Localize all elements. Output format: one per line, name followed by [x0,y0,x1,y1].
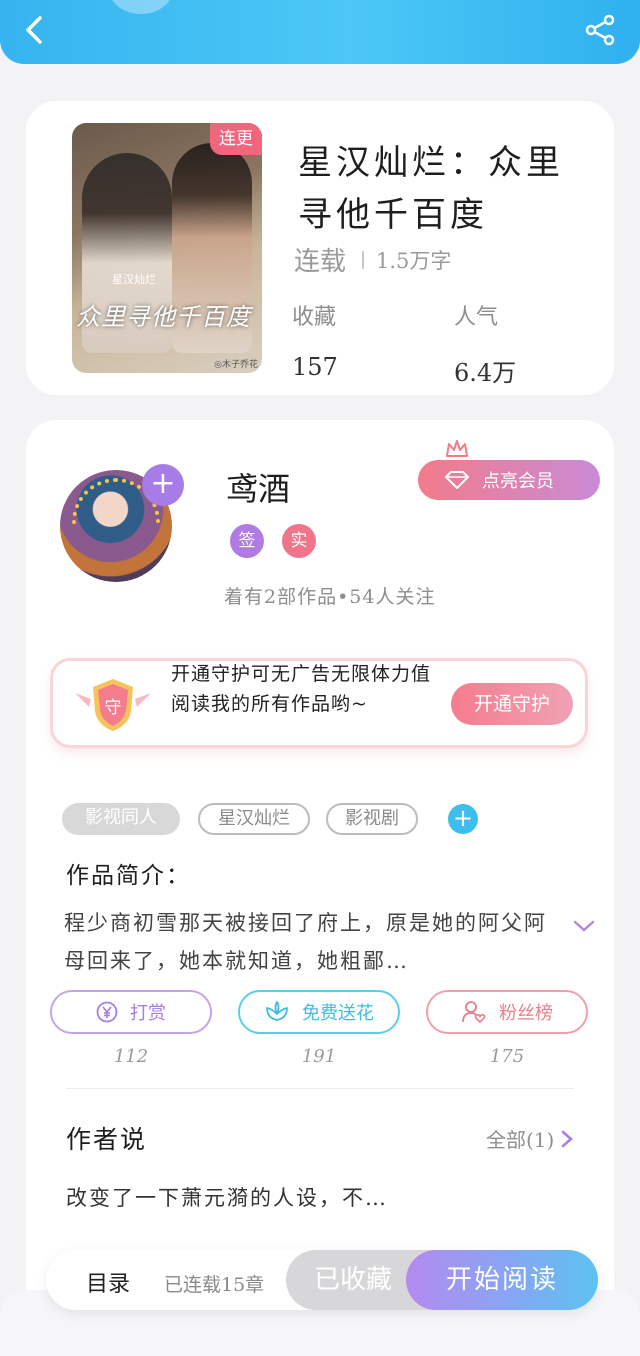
back-button[interactable] [18,12,54,48]
book-cover[interactable]: 星汉灿烂 众里寻他千百度 ◎木子乔花 连更 [72,123,262,373]
section-divider [66,1088,574,1089]
view-all-button[interactable]: 全部(1) [486,1124,574,1153]
follow-button[interactable]: + [142,464,184,506]
send-flower-label: 免费送花 [302,1003,374,1024]
diamond-icon [444,470,470,490]
crown-icon [446,440,468,457]
chevron-right-icon [560,1129,574,1149]
yen-icon [96,1001,118,1023]
guard-text: 开通守护可无广告无限体力值阅读我的所有作品哟~ [171,663,432,715]
book-status: 连载 [294,247,347,277]
book-info-card: 星汉灿烂 众里寻他千百度 ◎木子乔花 连更 星汉灿烂：众里寻他千百度 连载 1.… [26,101,614,395]
reading-bar: 目录 已连载15章 已收藏 开始阅读 [46,1250,598,1310]
expand-intro-button[interactable] [572,918,596,938]
share-icon [585,14,615,46]
stat-popularity: 人气 6.4万 [454,299,516,388]
cover-subtitle: 星汉灿烂 [112,273,156,286]
author-card: + 鸢酒 点亮会员 签 实 着有2部作品•54人关注 守 开通守护可无广告无限体… [26,420,614,1356]
tag-chip[interactable]: 影视剧 [326,803,418,835]
cover-title: 众里寻他千百度 [76,303,251,331]
stat-favorites: 收藏 157 [292,299,338,381]
stat-label: 收藏 [292,305,337,330]
flower-count: 191 [301,1046,337,1067]
cover-credit: ◎木子乔花 [214,360,258,370]
signed-badge: 签 [230,524,264,558]
book-meta: 连载 1.5万字 [294,241,451,278]
flower-icon [264,1000,290,1024]
chapter-status: 已连载15章 [164,1274,265,1296]
chevron-down-icon [573,920,595,932]
user-heart-icon [461,1000,487,1024]
view-all-label: 全部(1) [486,1128,555,1152]
tag-chip[interactable]: 星汉灿烂 [198,803,310,835]
send-flower-button[interactable]: 免费送花 [238,990,400,1034]
stat-value: 157 [292,353,338,381]
fan-ranking-button[interactable]: 粉丝榜 [426,990,588,1034]
verified-badge: 实 [282,524,316,558]
toc-button[interactable]: 目录 [86,1266,130,1298]
reward-label: 打赏 [130,1003,166,1024]
meta-divider [362,250,365,269]
tag-chip[interactable]: 影视同人 [62,803,180,835]
open-guard-button[interactable]: 开通守护 [451,683,573,725]
intro-heading: 作品简介： [66,863,191,889]
author-stats: 着有2部作品•54人关注 [224,586,436,608]
author-says-heading: 作者说 [66,1125,148,1154]
guard-shield-icon: 守 [73,673,153,741]
serial-badge: 连更 [210,123,262,155]
start-reading-button[interactable]: 开始阅读 [406,1250,598,1310]
stat-label: 人气 [454,305,499,330]
chevron-left-icon [26,16,42,44]
fan-ranking-label: 粉丝榜 [499,1003,553,1024]
add-tag-button[interactable]: + [448,804,478,834]
reward-button[interactable]: 打赏 [50,990,212,1034]
decor-bubble [108,0,174,14]
book-title: 星汉灿烂：众里寻他千百度 [298,143,564,235]
intro-text: 程少商初雪那天被接回了府上，原是她的阿父阿母回来了，她本就知道，她粗鄙… [64,911,547,973]
fan-count: 175 [489,1046,525,1067]
vip-label: 点亮会员 [482,471,554,492]
guard-shield-label: 守 [105,698,122,718]
stat-value: 6.4万 [454,359,517,387]
author-name: 鸢酒 [226,470,291,508]
guard-banner: 守 开通守护可无广告无限体力值阅读我的所有作品哟~ 开通守护 [50,658,588,748]
author-says-text[interactable]: 改变了一下萧元漪的人设，不… [66,1182,388,1212]
reward-count: 112 [113,1046,149,1067]
share-button[interactable] [582,12,618,48]
vip-button[interactable]: 点亮会员 [418,440,600,500]
word-count: 1.5万字 [376,248,452,273]
top-bar [0,0,640,64]
